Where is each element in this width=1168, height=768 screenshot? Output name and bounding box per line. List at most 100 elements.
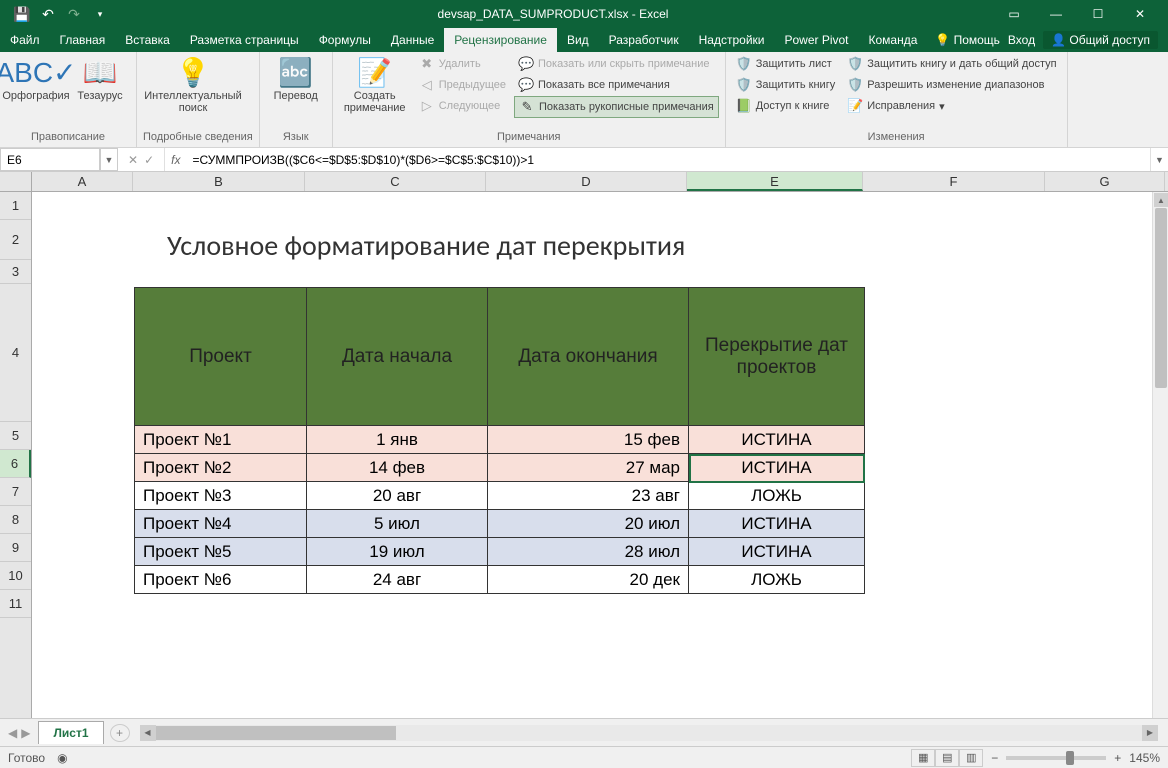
tab-view[interactable]: Вид bbox=[557, 28, 599, 52]
zoom-in-button[interactable]: + bbox=[1114, 751, 1121, 765]
scroll-up-icon[interactable]: ▲ bbox=[1154, 193, 1168, 207]
undo-button[interactable]: ↶ bbox=[36, 2, 60, 26]
sheet-tab-active[interactable]: Лист1 bbox=[38, 721, 103, 744]
tab-pagelayout[interactable]: Разметка страницы bbox=[180, 28, 309, 52]
tab-review[interactable]: Рецензирование bbox=[444, 28, 557, 52]
protect-workbook-button[interactable]: 🛡️Защитить книгу bbox=[732, 75, 840, 95]
col-header[interactable]: C bbox=[305, 172, 486, 191]
tab-data[interactable]: Данные bbox=[381, 28, 444, 52]
row-header[interactable]: 10 bbox=[0, 562, 31, 590]
th-end: Дата окончания bbox=[488, 288, 689, 426]
protect-share-icon: 🛡️ bbox=[847, 56, 863, 72]
save-button[interactable]: 💾 bbox=[10, 2, 34, 26]
add-sheet-button[interactable]: + bbox=[110, 724, 130, 742]
name-box-dropdown[interactable]: ▼ bbox=[100, 148, 118, 171]
row-header[interactable]: 6 bbox=[0, 450, 31, 478]
col-header[interactable]: A bbox=[32, 172, 133, 191]
protect-sheet-button[interactable]: 🛡️Защитить лист bbox=[732, 54, 840, 74]
translate-button[interactable]: 🔤 Перевод bbox=[266, 54, 326, 104]
scroll-left-icon[interactable]: ◀ bbox=[140, 725, 156, 741]
tab-insert[interactable]: Вставка bbox=[115, 28, 180, 52]
track-changes-button[interactable]: 📝Исправления ▾ bbox=[843, 96, 1060, 116]
name-box[interactable]: E6 bbox=[0, 148, 100, 171]
vertical-scrollbar[interactable]: ▲ bbox=[1152, 192, 1168, 718]
new-comment-icon: 📝 bbox=[357, 56, 392, 88]
share-workbook-button[interactable]: 📗Доступ к книге bbox=[732, 96, 840, 116]
col-header[interactable]: E bbox=[687, 172, 863, 191]
protect-share-button[interactable]: 🛡️Защитить книгу и дать общий доступ bbox=[843, 54, 1060, 74]
qat-customize[interactable]: ▾ bbox=[88, 2, 112, 26]
group-language-label: Язык bbox=[266, 129, 326, 145]
cancel-formula-icon[interactable]: ✕ bbox=[128, 153, 138, 167]
minimize-button[interactable]: — bbox=[1036, 2, 1076, 26]
scroll-thumb[interactable] bbox=[1155, 208, 1167, 388]
show-hide-comment-button[interactable]: 💬Показать или скрыть примечание bbox=[514, 54, 719, 74]
thesaurus-button[interactable]: 📖 Тезаурус bbox=[70, 54, 130, 104]
view-normal-button[interactable]: ▦ bbox=[911, 749, 935, 767]
tab-developer[interactable]: Разработчик bbox=[599, 28, 689, 52]
tell-me[interactable]: 💡 Помощь bbox=[935, 33, 1000, 47]
smart-lookup-button[interactable]: 💡 Интеллектуальный поиск bbox=[143, 54, 243, 116]
row-header[interactable]: 3 bbox=[0, 260, 31, 284]
formula-bar-expand[interactable]: ▼ bbox=[1150, 148, 1168, 171]
share-button[interactable]: 👤 Общий доступ bbox=[1043, 31, 1158, 49]
tab-formulas[interactable]: Формулы bbox=[309, 28, 381, 52]
macro-record-icon[interactable]: ◉ bbox=[57, 751, 67, 765]
tab-team[interactable]: Команда bbox=[859, 28, 928, 52]
titlebar: 💾 ↶ ↷ ▾ devsap_DATA_SUMPRODUCT.xlsx - Ex… bbox=[0, 0, 1168, 28]
row-header[interactable]: 11 bbox=[0, 590, 31, 618]
redo-button[interactable]: ↷ bbox=[62, 2, 86, 26]
accept-formula-icon[interactable]: ✓ bbox=[144, 153, 154, 167]
table-row: Проект №320 авг23 авгЛОЖЬ bbox=[135, 482, 865, 510]
tab-powerpivot[interactable]: Power Pivot bbox=[774, 28, 858, 52]
horizontal-scrollbar[interactable]: ◀ ▶ bbox=[140, 725, 1159, 741]
formula-input[interactable]: =СУММПРОИЗВ(($C6<=$D$5:$D$10)*($D6>=$C$5… bbox=[186, 148, 1150, 171]
show-all-comments-button[interactable]: 💬Показать все примечания bbox=[514, 75, 719, 95]
select-all-cell[interactable] bbox=[0, 172, 32, 191]
view-pagelayout-button[interactable]: ▤ bbox=[935, 749, 959, 767]
new-comment-button[interactable]: 📝 Создать примечание bbox=[339, 54, 411, 116]
col-header[interactable]: G bbox=[1045, 172, 1165, 191]
show-ink-button[interactable]: ✎Показать рукописные примечания bbox=[514, 96, 719, 118]
row-header[interactable]: 2 bbox=[0, 220, 31, 260]
row-header[interactable]: 9 bbox=[0, 534, 31, 562]
sheet-heading: Условное форматирование дат перекрытия bbox=[167, 228, 685, 263]
group-proofing-label: Правописание bbox=[6, 129, 130, 145]
cells-canvas[interactable]: Условное форматирование дат перекрытия П… bbox=[32, 192, 1168, 718]
col-header[interactable]: B bbox=[133, 172, 305, 191]
tab-file[interactable]: Файл bbox=[0, 28, 50, 52]
spelling-button[interactable]: ABC✓ Орфография bbox=[6, 54, 66, 104]
zoom-slider[interactable] bbox=[1006, 756, 1106, 760]
next-comment-button[interactable]: ▷Следующее bbox=[415, 96, 510, 116]
sign-in[interactable]: Вход bbox=[1008, 33, 1035, 47]
view-pagebreak-button[interactable]: ▥ bbox=[959, 749, 983, 767]
row-header[interactable]: 4 bbox=[0, 284, 31, 422]
tab-addins[interactable]: Надстройки bbox=[689, 28, 775, 52]
zoom-level[interactable]: 145% bbox=[1129, 751, 1160, 765]
row-header[interactable]: 8 bbox=[0, 506, 31, 534]
scroll-right-icon[interactable]: ▶ bbox=[1142, 725, 1158, 741]
sheet-nav-prev-icon[interactable]: ◀ bbox=[8, 726, 17, 740]
sheet-lock-icon: 🛡️ bbox=[736, 56, 752, 72]
group-comments-label: Примечания bbox=[339, 129, 719, 145]
col-header[interactable]: F bbox=[863, 172, 1045, 191]
sheet-nav-next-icon[interactable]: ▶ bbox=[21, 726, 30, 740]
row-header[interactable]: 1 bbox=[0, 192, 31, 220]
zoom-out-button[interactable]: − bbox=[991, 751, 998, 765]
row-header[interactable]: 5 bbox=[0, 422, 31, 450]
hscroll-thumb[interactable] bbox=[156, 726, 396, 740]
th-overlap: Перекрытие дат проектов bbox=[689, 288, 865, 426]
maximize-button[interactable]: ☐ bbox=[1078, 2, 1118, 26]
col-header[interactable]: D bbox=[486, 172, 687, 191]
lookup-icon: 💡 bbox=[176, 56, 211, 88]
ribbon-options-icon[interactable]: ▭ bbox=[994, 2, 1034, 26]
fx-icon[interactable]: fx bbox=[165, 148, 186, 171]
tab-home[interactable]: Главная bbox=[50, 28, 116, 52]
allow-ranges-button[interactable]: 🛡️Разрешить изменение диапазонов bbox=[843, 75, 1060, 95]
delete-comment-button[interactable]: ✖Удалить bbox=[415, 54, 510, 74]
sheet-tabs-bar: ◀ ▶ Лист1 + ◀ ▶ bbox=[0, 718, 1168, 746]
spelling-icon: ABC✓ bbox=[0, 56, 77, 88]
close-button[interactable]: ✕ bbox=[1120, 2, 1160, 26]
row-header[interactable]: 7 bbox=[0, 478, 31, 506]
prev-comment-button[interactable]: ◁Предыдущее bbox=[415, 75, 510, 95]
